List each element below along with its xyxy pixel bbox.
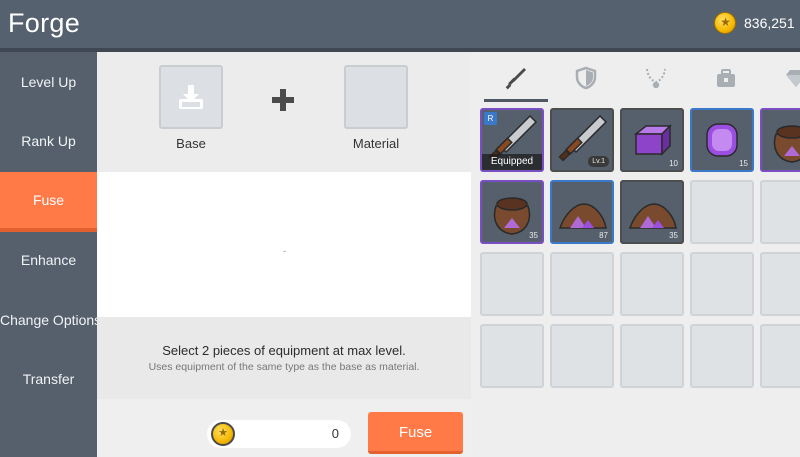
material-slot[interactable] [344,65,408,129]
gold-coin-icon: ★ [211,422,235,446]
inventory-slot[interactable]: 35 [480,180,544,244]
fuse-slots: Base Material [97,52,471,172]
shield-icon [575,66,597,90]
empty-inventory-slot[interactable] [760,324,800,388]
inventory-slot[interactable]: 15 [690,108,754,172]
inventory-slot[interactable]: 10 [620,108,684,172]
item-quantity: 87 [599,231,608,240]
rank-badge: R [484,112,497,125]
item-quantity: 35 [529,231,538,240]
empty-inventory-slot[interactable] [550,324,614,388]
empty-inventory-slot[interactable] [620,252,684,316]
material-label: Material [352,136,400,151]
sword-icon [505,68,526,90]
item-quantity: 15 [739,159,748,168]
base-slot[interactable] [159,65,223,129]
base-label: Base [176,136,206,151]
empty-inventory-slot[interactable] [690,180,754,244]
gem-icon [786,70,800,87]
fuse-info: Select 2 pieces of equipment at max leve… [97,317,471,399]
ore-bag-icon [773,125,800,163]
inventory-slot[interactable]: Lv.1 [550,108,614,172]
tab-accessories[interactable] [624,52,688,102]
forge-sidebar: Level Up Rank Up Fuse Enhance Change Opt… [0,52,101,457]
fuse-cost: ★ 0 [207,420,351,448]
necklace-icon [646,68,666,89]
inventory-panel: R Equipped Lv.1 10 15 35 87 35 [471,52,800,457]
item-level-badge: Lv.1 [588,156,609,167]
sidebar-item-level-up[interactable]: Level Up [0,54,97,110]
fuse-preview: - [97,172,471,317]
empty-inventory-slot[interactable] [760,252,800,316]
sidebar-item-fuse[interactable]: Fuse [0,172,97,232]
sidebar-item-rank-up[interactable]: Rank Up [0,113,97,169]
empty-inventory-slot[interactable] [480,324,544,388]
sidebar-item-change-options[interactable]: Change Options [0,292,101,348]
fuse-button[interactable]: Fuse [368,412,463,454]
equipped-tag: Equipped [482,154,542,170]
inventory-slot[interactable]: R Equipped [480,108,544,172]
empty-inventory-slot[interactable] [760,180,800,244]
chest-icon [717,69,735,87]
gold-amount: 836,251 [744,15,795,31]
tab-chests[interactable] [694,52,758,102]
instruction-subtext: Uses equipment of the same type as the b… [148,361,420,373]
item-quantity: 10 [669,159,678,168]
item-quantity: 35 [669,231,678,240]
empty-inventory-slot[interactable] [690,252,754,316]
top-bar: Forge ★ 836,251 [0,0,800,52]
instruction-text: Select 2 pieces of equipment at max leve… [162,343,406,358]
sidebar-item-transfer[interactable]: Transfer [0,351,97,407]
empty-inventory-slot[interactable] [550,252,614,316]
inventory-tabs [471,52,800,102]
inventory-slot[interactable]: 87 [550,180,614,244]
empty-inventory-slot[interactable] [690,324,754,388]
fuse-cost-value: 0 [331,426,339,441]
tab-weapons[interactable] [484,52,548,102]
tab-armor[interactable] [554,52,618,102]
empty-inventory-slot[interactable] [480,252,544,316]
gold-coin-icon: ★ [714,12,736,34]
empty-inventory-slot[interactable] [620,324,684,388]
page-title: Forge [8,8,81,38]
fuse-action-bar: ★ 0 Fuse [97,399,471,457]
preview-placeholder: - [283,246,286,256]
plus-icon [272,89,294,111]
inventory-slot[interactable]: 35 [620,180,684,244]
inventory-slot[interactable] [760,108,800,172]
tab-gems[interactable] [764,52,800,102]
download-icon [179,85,203,109]
sidebar-item-enhance[interactable]: Enhance [0,232,97,288]
